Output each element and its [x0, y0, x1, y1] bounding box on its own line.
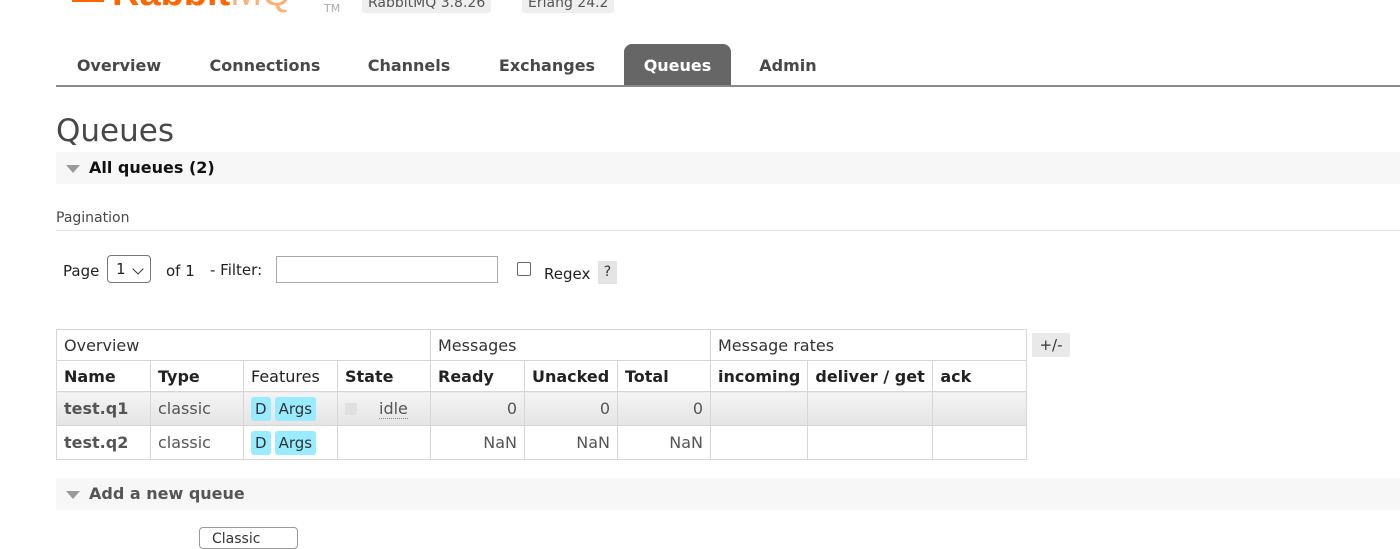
rate-ack	[932, 391, 1028, 426]
queue-state: idle	[337, 391, 431, 426]
queue-features: D Args	[243, 425, 338, 460]
rate-deliver-get	[807, 425, 934, 460]
tab-queues[interactable]: Queues	[624, 44, 731, 85]
messages-total: NaN	[617, 425, 711, 460]
queue-name-link[interactable]: test.q1	[56, 391, 151, 426]
queue-type: classic	[150, 425, 244, 460]
col-type[interactable]: Type	[150, 360, 244, 392]
rate-incoming	[709, 425, 809, 460]
table-group-header: Overview Messages Message rates	[56, 329, 1028, 361]
col-state[interactable]: State	[337, 360, 431, 392]
page-title: Queues	[56, 113, 174, 149]
all-queues-heading: All queues (2)	[89, 158, 215, 177]
chevron-down-icon	[132, 263, 144, 275]
erlang-version-badge: Erlang 24.2	[522, 0, 615, 13]
queues-table: Overview Messages Message rates Name Typ…	[56, 329, 1028, 460]
messages-ready: 0	[430, 391, 525, 426]
queue-state	[337, 425, 431, 460]
group-overview: Overview	[56, 329, 431, 361]
pagination-divider	[56, 230, 1400, 231]
queue-type-select-value: Classic	[212, 531, 261, 547]
filter-input[interactable]	[276, 256, 498, 283]
messages-total: 0	[617, 391, 711, 426]
all-queues-section-toggle[interactable]: All queues (2)	[56, 152, 1400, 184]
queue-name-link[interactable]: test.q2	[56, 425, 151, 460]
tab-connections[interactable]: Connections	[196, 44, 334, 85]
logo-mark-icon	[72, 0, 104, 2]
regex-label: Regex	[544, 265, 591, 283]
tab-channels[interactable]: Channels	[352, 44, 466, 85]
page-select-value: 1	[116, 260, 126, 278]
durable-tag: D	[251, 430, 271, 455]
rate-ack	[932, 425, 1028, 460]
logo-trademark: TM	[324, 2, 341, 15]
state-indicator-icon	[345, 403, 357, 415]
queue-type: classic	[150, 391, 244, 426]
regex-checkbox[interactable]	[517, 262, 531, 276]
filter-label: - Filter:	[210, 261, 263, 279]
tab-admin[interactable]: Admin	[746, 44, 830, 85]
col-name[interactable]: Name	[56, 360, 151, 392]
col-ready[interactable]: Ready	[430, 360, 525, 392]
add-queue-section-toggle[interactable]: Add a new queue	[56, 478, 1400, 510]
group-messages: Messages	[430, 329, 711, 361]
queue-features: D Args	[243, 391, 338, 426]
col-incoming[interactable]: incoming	[709, 360, 809, 392]
col-unacked[interactable]: Unacked	[524, 360, 618, 392]
pagination-heading: Pagination	[56, 210, 130, 226]
queue-type-select[interactable]: Classic	[199, 527, 298, 549]
collapse-triangle-icon	[66, 491, 80, 499]
regex-help-button[interactable]: ?	[598, 261, 617, 284]
messages-unacked: NaN	[524, 425, 618, 460]
logo-wordmark: RabbitMQ	[112, 0, 291, 15]
args-tag: Args	[274, 430, 317, 455]
page-select[interactable]: 1	[107, 255, 151, 283]
messages-unacked: 0	[524, 391, 618, 426]
group-message-rates: Message rates	[709, 329, 1028, 361]
table-row[interactable]: test.q1 classic D Args idle 0 0 0	[56, 391, 1028, 426]
rate-deliver-get	[807, 391, 934, 426]
col-total[interactable]: Total	[617, 360, 711, 392]
table-row[interactable]: test.q2 classic D Args NaN NaN NaN	[56, 425, 1028, 460]
args-tag: Args	[274, 396, 317, 421]
toggle-columns-button[interactable]: +/-	[1032, 333, 1070, 357]
table-column-header: Name Type Features State Ready Unacked T…	[56, 360, 1028, 392]
add-queue-heading: Add a new queue	[89, 484, 245, 503]
rabbitmq-version-badge: RabbitMQ 3.8.26	[362, 0, 492, 13]
main-nav-tabs: Overview Connections Channels Exchanges …	[56, 44, 1400, 87]
tab-overview[interactable]: Overview	[56, 44, 182, 85]
page-label: Page	[63, 262, 100, 280]
col-deliver-get[interactable]: deliver / get	[807, 360, 934, 392]
col-features: Features	[243, 360, 338, 392]
tab-exchanges[interactable]: Exchanges	[484, 44, 610, 85]
durable-tag: D	[251, 396, 271, 421]
collapse-triangle-icon	[66, 165, 80, 173]
col-ack[interactable]: ack	[932, 360, 1028, 392]
messages-ready: NaN	[430, 425, 525, 460]
rate-incoming	[709, 391, 809, 426]
state-text: idle	[379, 399, 408, 419]
page-count: of 1	[166, 262, 195, 280]
